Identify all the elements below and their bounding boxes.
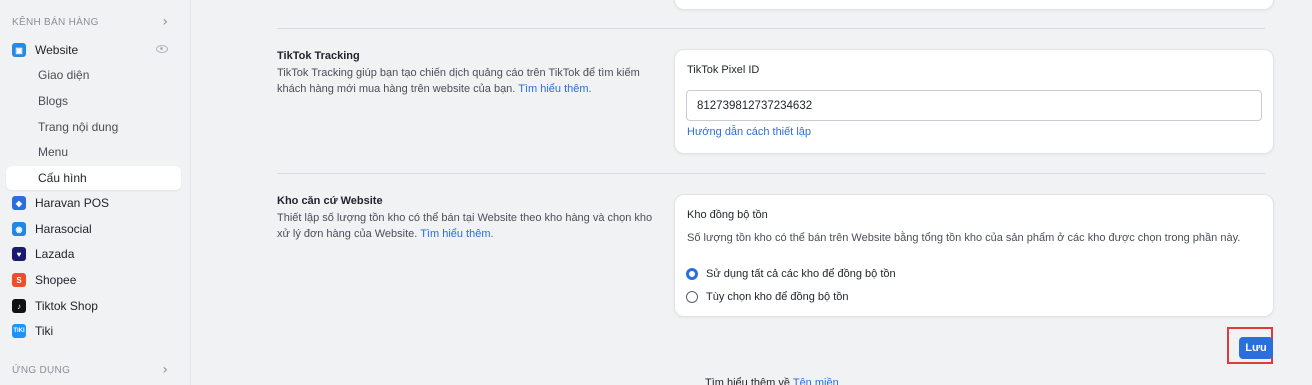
sidebar-item-label: Website xyxy=(35,43,79,57)
lazada-icon: ♥ xyxy=(12,247,26,261)
radio-label: Tùy chọn kho để đồng bộ tồn xyxy=(706,291,849,303)
radio-custom-warehouses[interactable]: Tùy chọn kho để đồng bộ tồn xyxy=(686,291,849,303)
footer-learn-more: Tìm hiểu thêm về Tên miền xyxy=(705,377,839,385)
chevron-right-icon[interactable]: › xyxy=(162,362,168,378)
pixel-id-input[interactable]: 812739812737234632 xyxy=(686,90,1262,121)
sidebar-item-label: Tiktok Shop xyxy=(35,299,98,313)
sidebar-subitem-settings[interactable]: Cấu hình xyxy=(6,166,181,190)
learn-more-link[interactable]: Tìm hiểu thêm. xyxy=(518,83,591,95)
sidebar-item-label: Lazada xyxy=(35,247,75,261)
radio-label: Sử dụng tất cả các kho để đồng bộ tồn xyxy=(706,268,896,280)
pixel-id-label: TikTok Pixel ID xyxy=(687,64,760,76)
section-divider xyxy=(277,173,1265,174)
sidebar-subitem-pages[interactable]: Trang nội dung xyxy=(6,115,181,139)
sidebar: KÊNH BÁN HÀNG › ▣ Website Giao diện Blog… xyxy=(0,0,191,385)
sidebar-item-website[interactable]: ▣ Website xyxy=(6,38,181,62)
chevron-right-icon[interactable]: › xyxy=(162,14,168,30)
sidebar-item-tiki[interactable]: TIKI Tiki xyxy=(6,319,181,343)
save-button-highlight: Lưu xyxy=(1227,327,1273,364)
tiktok-icon: ♪ xyxy=(12,299,26,313)
radio-unchecked-icon[interactable] xyxy=(686,291,698,303)
warehouse-description: Thiết lập số lượng tồn kho có thể bán tạ… xyxy=(277,211,657,242)
sidebar-item-harasocial[interactable]: ◉ Harasocial xyxy=(6,217,181,241)
warehouse-sync-card: Kho đồng bộ tồn Số lượng tồn kho có thể … xyxy=(674,194,1274,317)
sync-description: Số lượng tồn kho có thể bán trên Website… xyxy=(687,232,1241,244)
apps-heading: ỨNG DỤNG xyxy=(12,365,71,376)
tiktok-tracking-description: TikTok Tracking giúp bạn tạo chiến dịch … xyxy=(277,66,657,97)
sidebar-subitem-theme[interactable]: Giao diện xyxy=(6,63,181,87)
setup-guide-link[interactable]: Hướng dẫn cách thiết lập xyxy=(687,126,811,138)
footer-prefix: Tìm hiểu thêm về xyxy=(705,377,793,385)
main-content: TikTok Tracking TikTok Tracking giúp bạn… xyxy=(192,0,1312,385)
sales-channels-heading: KÊNH BÁN HÀNG xyxy=(12,17,99,28)
sidebar-subitem-blogs[interactable]: Blogs xyxy=(6,89,181,113)
sidebar-subitem-menu[interactable]: Menu xyxy=(6,140,181,164)
sidebar-item-haravan-pos[interactable]: ◆ Haravan POS xyxy=(6,191,181,215)
domain-link[interactable]: Tên miền xyxy=(793,377,839,385)
sidebar-item-shopee[interactable]: S Shopee xyxy=(6,268,181,292)
radio-all-warehouses[interactable]: Sử dụng tất cả các kho để đồng bộ tồn xyxy=(686,268,896,280)
previous-section-card xyxy=(674,0,1274,10)
sidebar-item-label: Shopee xyxy=(35,273,77,287)
harasocial-icon: ◉ xyxy=(12,222,26,236)
learn-more-link[interactable]: Tìm hiểu thêm. xyxy=(420,228,493,240)
eye-icon[interactable] xyxy=(156,45,168,53)
warehouse-title: Kho căn cứ Website xyxy=(277,195,383,207)
shopee-icon: S xyxy=(12,273,26,287)
sidebar-item-label: Haravan POS xyxy=(35,196,110,210)
tiktok-pixel-card: TikTok Pixel ID 812739812737234632 Hướng… xyxy=(674,49,1274,154)
sidebar-item-label: Tiki xyxy=(35,324,54,338)
tiktok-tracking-title: TikTok Tracking xyxy=(277,50,360,62)
save-button[interactable]: Lưu xyxy=(1239,337,1273,359)
haravan-pos-icon: ◆ xyxy=(12,196,26,210)
sidebar-item-tiktok-shop[interactable]: ♪ Tiktok Shop xyxy=(6,294,181,318)
radio-checked-icon[interactable] xyxy=(686,268,698,280)
sync-label: Kho đồng bộ tồn xyxy=(687,209,768,221)
sidebar-item-lazada[interactable]: ♥ Lazada xyxy=(6,242,181,266)
section-divider xyxy=(277,28,1265,29)
sidebar-item-label: Harasocial xyxy=(35,222,92,236)
website-icon: ▣ xyxy=(12,43,26,57)
tiki-icon: TIKI xyxy=(12,324,26,338)
